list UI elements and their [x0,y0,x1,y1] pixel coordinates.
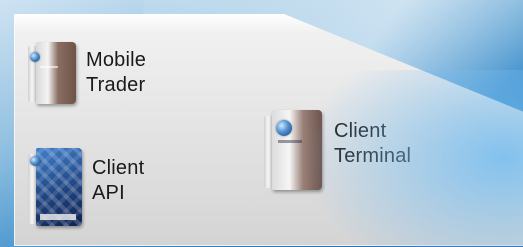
client-api-label: Client API [92,156,144,206]
client-terminal-label-line1: Client [334,120,387,142]
mobile-trader-label-line1: Mobile [86,49,147,71]
client-terminal-label-line2: Terminal [334,145,412,167]
client-api-label-line1: Client [92,157,145,179]
product-client-terminal[interactable]: Client Terminal [264,110,411,190]
product-mobile-trader[interactable]: Mobile Trader [28,42,146,104]
mobile-trader-box-icon [28,42,76,104]
product-banner: Mobile Trader Client API Client Terminal [0,0,523,247]
mobile-trader-label-line2: Trader [86,74,146,96]
mobile-trader-label: Mobile Trader [86,48,146,98]
client-api-label-line2: API [92,182,125,204]
client-api-box-icon [28,148,82,226]
client-terminal-box-icon [264,110,322,190]
client-terminal-label: Client Terminal [334,119,411,169]
product-client-api[interactable]: Client API [28,148,144,226]
